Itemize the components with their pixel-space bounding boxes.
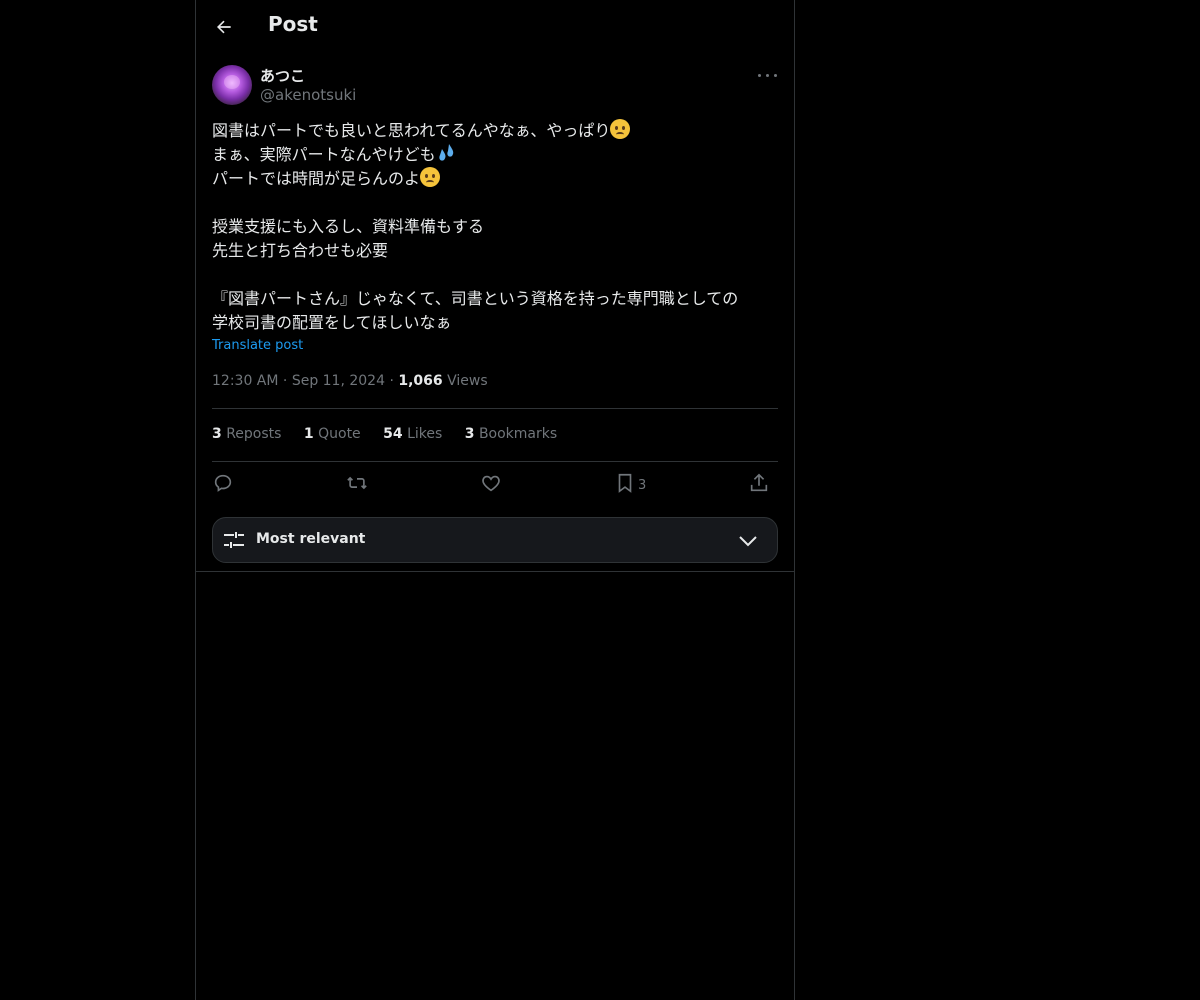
quotes-stat[interactable]: 1 Quote [304,426,361,442]
like-button[interactable] [480,472,502,500]
back-button[interactable] [210,13,238,41]
bookmarks-label: Bookmarks [478,426,558,442]
post-line [212,263,782,287]
post-date[interactable]: Sep 11, 2024 [292,373,385,389]
post-time[interactable]: 12:30 AM [212,373,278,389]
views-label: Views [447,373,488,389]
bookmark-button[interactable]: 3 [614,472,646,500]
repost-icon [347,476,367,490]
post-line: 『図書パートさん』じゃなくて、司書という資格を持った専門職としての [212,289,739,308]
reply-icon [214,474,232,492]
repost-button[interactable] [346,472,368,500]
bookmark-icon [618,473,632,493]
reply-button[interactable] [212,472,234,500]
post-text: 図書はパートでも良いと思われてるんやなぁ、やっぱり まぁ、実際パートなんやけども… [212,119,782,335]
likes-stat[interactable]: 54 Likes [383,426,442,442]
sweat-droplets-icon [439,144,453,161]
post-line: 先生と打ち合わせも必要 [212,241,389,260]
translate-post-link[interactable]: Translate post [212,338,303,353]
reposts-stat[interactable]: 3 Reposts [212,426,281,442]
bookmarks-stat[interactable]: 3 Bookmarks [465,426,557,442]
header: Post [196,0,794,54]
reposts-count: 3 [212,426,222,442]
engagement-stats: 3 Reposts 1 Quote 54 Likes 3 Bookmarks [212,426,575,442]
avatar-petal [224,75,240,89]
quotes-label: Quote [318,426,361,442]
reposts-label: Reposts [226,426,282,442]
divider [212,408,778,409]
post-meta: 12:30 AM · Sep 11, 2024 · 1,066 Views [212,373,488,389]
post-line: 図書はパートでも良いと思われてるんやなぁ、やっぱり [212,119,782,143]
sort-label: Most relevant [256,531,366,547]
post-line: パートでは時間が足らんのよ [212,167,782,191]
sad-relieved-face-icon [420,167,441,187]
more-icon [758,74,761,77]
post-line-text: パートでは時間が足らんのよ [212,169,421,188]
meta-separator: · [282,373,292,389]
quotes-count: 1 [303,426,314,442]
likes-count: 54 [383,426,403,442]
bookmark-count: 3 [638,478,647,493]
post-line-text: 図書はパートでも良いと思われてるんやなぁ、やっぱり [212,121,611,140]
divider [212,461,778,462]
more-icon-dot [774,74,777,77]
chevron-down-icon [739,536,757,547]
action-bar: 3 [212,472,778,500]
crying-face-icon [610,119,631,139]
divider [196,571,794,572]
author-handle[interactable]: @akenotsuki [260,86,356,104]
avatar[interactable] [212,65,252,105]
post-line-text: まぁ、実際パートなんやけども [212,145,436,164]
reply-sort-dropdown[interactable]: Most relevant [212,517,778,563]
author-display-name[interactable]: あつこ [260,65,305,86]
bookmarks-count: 3 [464,426,475,442]
back-arrow-icon [217,20,231,34]
like-icon [482,475,500,492]
more-options-button[interactable] [756,66,780,86]
post-line: まぁ、実際パートなんやけども [212,143,782,167]
share-icon [750,473,768,492]
share-button[interactable] [748,472,770,500]
page-title: Post [268,12,318,36]
more-icon-dot [766,74,769,77]
likes-label: Likes [407,426,443,442]
views-count: 1,066 [398,373,443,389]
sliders-icon [224,532,244,548]
post-line [212,191,782,215]
post-detail-column: Post あつこ @akenotsuki 図書はパートでも良いと思われてるんやな… [195,0,795,1000]
post-line: 学校司書の配置をしてほしいなぁ [212,313,452,332]
post-line: 授業支援にも入るし、資料準備もする [212,217,485,236]
